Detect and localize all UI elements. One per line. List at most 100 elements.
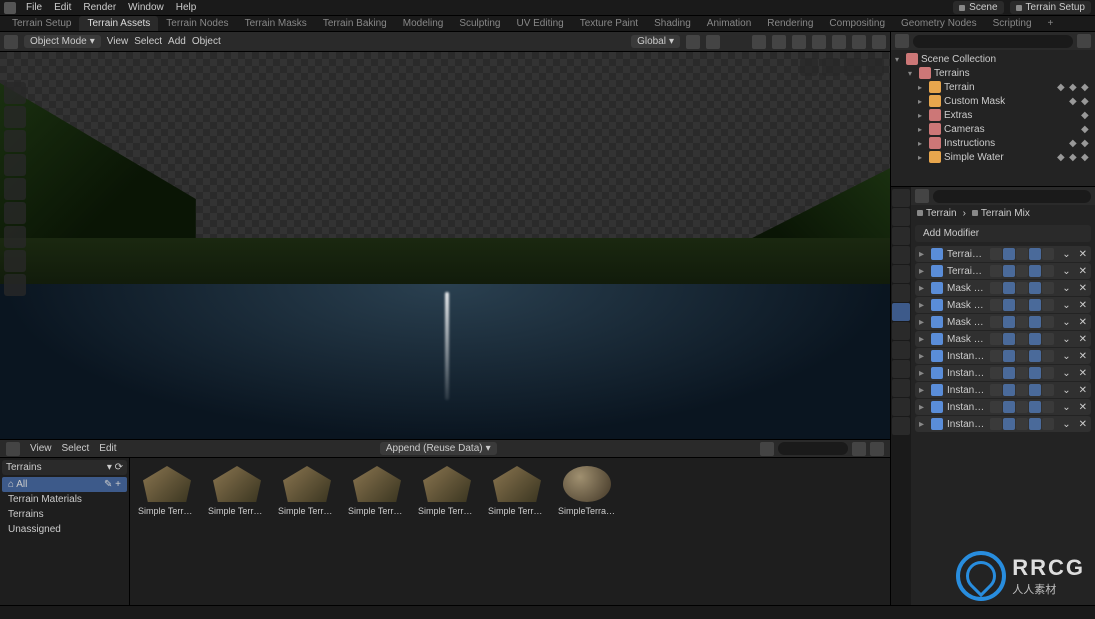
mod-toggle-render-icon[interactable] (1016, 316, 1028, 328)
chevron-down-icon[interactable]: ⌄ (1062, 402, 1070, 413)
viewport-menu-view[interactable]: View (107, 36, 129, 47)
outliner-search-input[interactable] (913, 35, 1073, 48)
tool-move-icon[interactable] (4, 130, 26, 152)
outliner-item-custom-mask[interactable]: ▸Custom Mask◆◆ (893, 94, 1093, 108)
editor-type-outliner-icon[interactable] (895, 34, 909, 48)
asset-simple-terrain-5[interactable]: Simple Terrain 5 (488, 466, 546, 516)
mod-toggle-render-icon[interactable] (1016, 367, 1028, 379)
workspace-tab-terrain-masks[interactable]: Terrain Masks (237, 16, 315, 31)
mod-toggle-render-icon[interactable] (1016, 384, 1028, 396)
tab-material-icon[interactable] (892, 398, 910, 416)
tab-particles-icon[interactable] (892, 322, 910, 340)
workspace-tab-scripting[interactable]: Scripting (985, 16, 1040, 31)
asset-simpleterrainmat[interactable]: SimpleTerrainMat (558, 466, 616, 516)
mod-toggle-edit-icon[interactable] (990, 418, 1002, 430)
blender-logo-icon[interactable] (4, 2, 16, 14)
overlay-icon[interactable] (772, 35, 786, 49)
asset-simple-terrain-1[interactable]: Simple Terrain 1 (208, 466, 266, 516)
modifier-instances[interactable]: ▸Instances⌄✕ (915, 348, 1091, 364)
mod-toggle-cage-icon[interactable] (1029, 401, 1041, 413)
display-mode-icon[interactable] (760, 442, 774, 456)
mod-toggle-edit-icon[interactable] (990, 299, 1002, 311)
workspace-tab-terrain-assets[interactable]: Terrain Assets (79, 16, 158, 31)
catalog-terrain-materials[interactable]: Terrain Materials (2, 492, 127, 507)
tab-render-icon[interactable] (892, 189, 910, 207)
mod-extras-icon[interactable] (1042, 316, 1054, 328)
add-modifier-button[interactable]: Add Modifier (915, 225, 1091, 242)
mod-toggle-realtime-icon[interactable] (1003, 316, 1015, 328)
properties-search-input[interactable] (933, 190, 1091, 203)
mod-extras-icon[interactable] (1042, 350, 1054, 362)
outliner-item-terrains[interactable]: ▾Terrains (893, 66, 1093, 80)
modifier-instances-proximity[interactable]: ▸Instances - Proximity⌄✕ (915, 416, 1091, 432)
mod-toggle-cage-icon[interactable] (1029, 265, 1041, 277)
chevron-right-icon[interactable]: ▸ (919, 368, 927, 379)
mod-extras-icon[interactable] (1042, 418, 1054, 430)
mod-toggle-cage-icon[interactable] (1029, 384, 1041, 396)
library-selector[interactable]: Terrains▾ ⟳ (2, 460, 127, 475)
mod-toggle-realtime-icon[interactable] (1003, 350, 1015, 362)
outliner-item-terrain[interactable]: ▸Terrain◆◆◆ (893, 80, 1093, 94)
editor-type-props-icon[interactable] (915, 189, 929, 203)
modifier-instances-weight-paint[interactable]: ▸Instances - Weight Paint⌄✕ (915, 365, 1091, 381)
shading-wireframe-icon[interactable] (812, 35, 826, 49)
timeline-bar[interactable] (0, 605, 1095, 619)
menu-edit[interactable]: Edit (48, 2, 77, 13)
modifier-mask-simple[interactable]: ▸Mask - Simple⌄✕ (915, 280, 1091, 296)
mod-toggle-edit-icon[interactable] (990, 401, 1002, 413)
mod-extras-icon[interactable] (1042, 299, 1054, 311)
mod-toggle-cage-icon[interactable] (1029, 282, 1041, 294)
asset-menu-view[interactable]: View (30, 443, 52, 454)
outliner-item-instructions[interactable]: ▸Instructions◆◆ (893, 136, 1093, 150)
3d-viewport[interactable] (0, 52, 890, 439)
editor-type-icon[interactable] (4, 35, 18, 49)
menu-file[interactable]: File (20, 2, 48, 13)
modifier-instances-height-range[interactable]: ▸Instances - Height Range⌄✕ (915, 382, 1091, 398)
asset-simple-terrain-4[interactable]: Simple Terrain 4 (418, 466, 476, 516)
breadcrumb-modifier[interactable]: Terrain Mix (972, 208, 1030, 219)
mod-toggle-realtime-icon[interactable] (1003, 418, 1015, 430)
chevron-down-icon[interactable]: ⌄ (1062, 351, 1070, 362)
chevron-right-icon[interactable]: ▸ (919, 402, 927, 413)
close-icon[interactable]: ✕ (1079, 266, 1087, 277)
tab-texture-icon[interactable] (892, 417, 910, 435)
chevron-right-icon[interactable]: ▸ (919, 249, 927, 260)
mod-toggle-render-icon[interactable] (1016, 299, 1028, 311)
close-icon[interactable]: ✕ (1079, 334, 1087, 345)
chevron-down-icon[interactable]: ⌄ (1062, 334, 1070, 345)
mod-toggle-realtime-icon[interactable] (1003, 248, 1015, 260)
chevron-right-icon[interactable]: ▸ (919, 283, 927, 294)
workspace-tab-terrain-setup[interactable]: Terrain Setup (4, 16, 79, 31)
chevron-down-icon[interactable]: ⌄ (1062, 266, 1070, 277)
workspace-tab-uv-editing[interactable]: UV Editing (508, 16, 571, 31)
mod-toggle-cage-icon[interactable] (1029, 418, 1041, 430)
tab-world-icon[interactable] (892, 265, 910, 283)
add-workspace-button[interactable]: + (1040, 16, 1062, 31)
workspace-tab-compositing[interactable]: Compositing (821, 16, 893, 31)
mod-toggle-cage-icon[interactable] (1029, 299, 1041, 311)
breadcrumb-object[interactable]: Terrain (917, 208, 957, 219)
snap-icon[interactable] (686, 35, 700, 49)
mod-toggle-cage-icon[interactable] (1029, 350, 1041, 362)
modifier-terrain-mix-texture[interactable]: ▸Terrain Mix - Texture⌄✕ (915, 263, 1091, 279)
close-icon[interactable]: ✕ (1079, 283, 1087, 294)
mod-toggle-cage-icon[interactable] (1029, 248, 1041, 260)
catalog-unassigned[interactable]: Unassigned (2, 522, 127, 537)
outliner-item-extras[interactable]: ▸Extras◆ (893, 108, 1093, 122)
mod-toggle-realtime-icon[interactable] (1003, 384, 1015, 396)
scene-selector[interactable]: Scene (953, 1, 1003, 14)
editor-type-asset-icon[interactable] (6, 442, 20, 456)
mod-toggle-render-icon[interactable] (1016, 401, 1028, 413)
chevron-down-icon[interactable]: ⌄ (1062, 385, 1070, 396)
chevron-down-icon[interactable]: ⌄ (1062, 419, 1070, 430)
tab-viewlayer-icon[interactable] (892, 227, 910, 245)
modifier-mask-texture[interactable]: ▸Mask - Texture⌄✕ (915, 314, 1091, 330)
mod-toggle-render-icon[interactable] (1016, 418, 1028, 430)
menu-help[interactable]: Help (170, 2, 203, 13)
chevron-down-icon[interactable]: ⌄ (1062, 300, 1070, 311)
chevron-right-icon[interactable]: ▸ (919, 385, 927, 396)
workspace-tab-sculpting[interactable]: Sculpting (451, 16, 508, 31)
orientation-selector[interactable]: Global ▾ (631, 35, 680, 48)
tool-scale-icon[interactable] (4, 178, 26, 200)
tool-select-icon[interactable] (4, 82, 26, 104)
